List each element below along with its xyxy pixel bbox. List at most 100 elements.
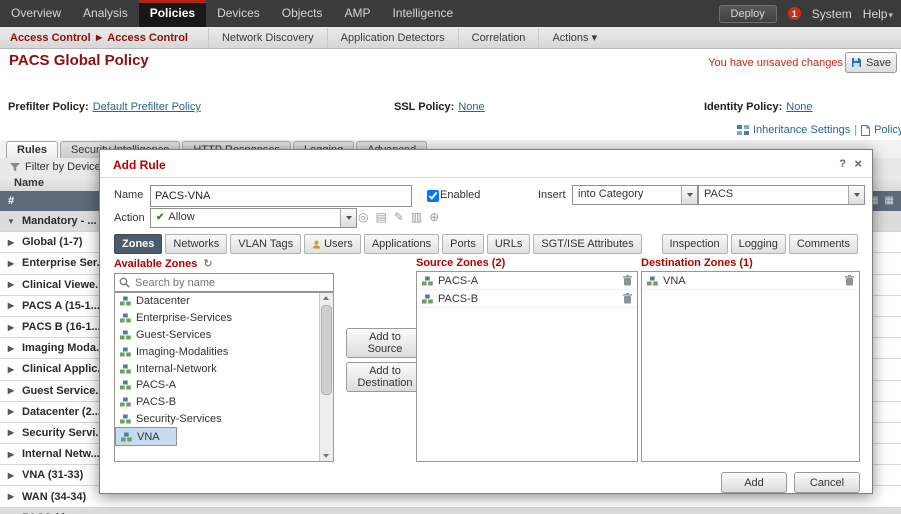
tab-networks[interactable]: Networks <box>165 234 228 254</box>
prefilter-policy-link[interactable]: Default Prefilter Policy <box>93 101 201 113</box>
expand-arrow-icon[interactable]: ▶ <box>6 471 16 480</box>
intrusion-policy-icon[interactable]: ◎ <box>358 210 368 224</box>
zone-list-item[interactable]: Enterprise-Services <box>115 310 333 327</box>
file-policy-icon[interactable]: ▤ <box>375 210 386 224</box>
tab-comments[interactable]: Comments <box>788 234 858 254</box>
tab-logging2[interactable]: Logging <box>730 234 786 254</box>
expand-arrow-icon[interactable]: ▶ <box>6 259 16 268</box>
tab-users-label: Users <box>324 238 353 250</box>
zone-list-item[interactable]: Imaging-Modalities <box>115 343 333 360</box>
nav-amp[interactable]: AMP <box>333 0 381 27</box>
help-icon[interactable]: ? <box>839 158 846 170</box>
nav-overview[interactable]: Overview <box>0 0 72 27</box>
expand-arrow-icon[interactable]: ▶ <box>6 365 16 374</box>
tab-sgt-ise-attributes[interactable]: SGT/ISE Attributes <box>533 234 642 254</box>
scrollbar-thumb[interactable] <box>321 305 332 395</box>
tab-users[interactable]: Users <box>304 234 361 254</box>
expand-arrow-icon[interactable]: ▶ <box>6 280 16 289</box>
inheritance-settings-link[interactable]: Inheritance Settings <box>753 124 850 136</box>
expand-arrow-icon[interactable]: ▼ <box>6 217 16 226</box>
ssl-policy-link[interactable]: None <box>458 101 484 113</box>
insert-category-select[interactable]: PACS <box>698 185 865 205</box>
nav-system[interactable]: System <box>812 7 852 21</box>
tab-inspection[interactable]: Inspection <box>661 234 728 254</box>
expand-arrow-icon[interactable]: ▶ <box>6 238 16 247</box>
subnav-application-detectors[interactable]: Application Detectors <box>326 27 458 48</box>
add-button[interactable]: Add <box>721 472 787 493</box>
nav-intelligence[interactable]: Intelligence <box>381 0 464 27</box>
destination-zone-item[interactable]: VNA <box>642 272 859 290</box>
nav-analysis[interactable]: Analysis <box>72 0 139 27</box>
filter-by-device[interactable]: Filter by Device <box>25 161 101 173</box>
breadcrumb[interactable]: Access Control ► Access Control <box>0 32 198 44</box>
tab-urls[interactable]: URLs <box>486 234 531 254</box>
policy-assignments-link[interactable]: Policy Assignments <box>874 124 901 136</box>
scroll-up-icon[interactable] <box>323 296 329 300</box>
delete-icon[interactable] <box>623 293 632 304</box>
comment-icon[interactable]: ⊕ <box>429 210 439 224</box>
tab-rules[interactable]: Rules <box>6 141 58 158</box>
delete-icon[interactable] <box>623 275 632 286</box>
expand-arrow-icon[interactable]: ▶ <box>6 301 16 310</box>
source-zones-header: Source Zones (2) <box>416 257 506 269</box>
nav-objects[interactable]: Objects <box>271 0 334 27</box>
tab-vlan-tags[interactable]: VLAN Tags <box>230 234 302 254</box>
subnav-network-discovery[interactable]: Network Discovery <box>207 27 327 48</box>
add-to-destination-button[interactable]: Add to Destination <box>346 362 424 392</box>
add-to-source-button[interactable]: Add to Source <box>346 328 424 358</box>
expand-arrow-icon[interactable]: ▶ <box>6 492 16 501</box>
close-icon[interactable]: × <box>854 156 862 171</box>
logging-icon[interactable]: ▥ <box>411 210 422 224</box>
expand-arrow-icon[interactable]: ▶ <box>6 450 16 459</box>
cancel-button[interactable]: Cancel <box>794 472 860 493</box>
rule-tab-bar-right: Inspection Logging Comments <box>661 234 858 254</box>
zone-icon <box>120 296 131 306</box>
source-zone-item[interactable]: PACS-A <box>417 272 637 290</box>
number-column-header[interactable]: # <box>0 195 14 207</box>
nav-help[interactable]: Help▾ <box>863 7 893 21</box>
edit-icon[interactable]: ✎ <box>394 210 404 224</box>
allow-check-icon: ✔ <box>156 212 165 223</box>
nav-right-group: Deploy 1 System Help▾ <box>718 0 901 27</box>
zone-list-item[interactable]: Guest-Services <box>115 327 333 344</box>
list-scrollbar[interactable] <box>319 293 333 461</box>
nav-devices[interactable]: Devices <box>206 0 271 27</box>
expand-arrow-icon[interactable]: ▶ <box>6 344 16 353</box>
scroll-down-icon[interactable] <box>323 454 329 458</box>
app-window: Overview Analysis Policies Devices Objec… <box>0 0 901 514</box>
zone-search-input[interactable] <box>133 274 333 291</box>
zone-list-item[interactable]: Datacenter <box>115 293 333 310</box>
source-zone-item[interactable]: PACS-B <box>417 290 637 308</box>
rule-name-input[interactable] <box>150 185 412 207</box>
save-button[interactable]: Save <box>845 52 897 73</box>
nav-policies[interactable]: Policies <box>138 0 207 27</box>
insert-mode-select[interactable]: into Category <box>572 185 698 205</box>
action-select[interactable]: ✔ Allow <box>150 208 357 228</box>
table-row[interactable]: ▼PACS (-) <box>0 507 901 514</box>
expand-arrow-icon[interactable]: ▶ <box>6 323 16 332</box>
tab-applications[interactable]: Applications <box>363 234 440 254</box>
health-alert-icon[interactable]: 1 <box>787 7 801 20</box>
zone-name: PACS-A <box>438 274 479 287</box>
subnav-correlation[interactable]: Correlation <box>457 27 539 48</box>
zone-list-item[interactable]: PACS-A <box>115 377 333 394</box>
row-label: Imaging Moda... <box>22 342 106 355</box>
zone-list-item-selected[interactable]: VNA <box>115 427 177 447</box>
deploy-button[interactable]: Deploy <box>718 4 777 23</box>
enabled-checkbox[interactable] <box>427 190 439 202</box>
tab-ports[interactable]: Ports <box>442 234 484 254</box>
refresh-icon[interactable]: ↻ <box>203 258 212 270</box>
zone-list-item[interactable]: Internal-Network <box>115 360 333 377</box>
tab-zones[interactable]: Zones <box>114 234 163 254</box>
grid-icon[interactable]: ▦ <box>885 191 894 211</box>
subnav-actions-menu[interactable]: Actions ▾ <box>538 27 610 48</box>
expand-arrow-icon[interactable]: ▶ <box>6 407 16 416</box>
identity-policy-link[interactable]: None <box>786 101 812 113</box>
zone-list-item[interactable]: PACS-B <box>115 394 333 411</box>
action-value: Allow <box>168 211 195 223</box>
expand-arrow-icon[interactable]: ▶ <box>6 386 16 395</box>
expand-arrow-icon[interactable]: ▶ <box>6 428 16 437</box>
zone-icon <box>422 276 433 286</box>
delete-icon[interactable] <box>845 275 854 286</box>
zone-list-item[interactable]: Security-Services <box>115 411 333 428</box>
